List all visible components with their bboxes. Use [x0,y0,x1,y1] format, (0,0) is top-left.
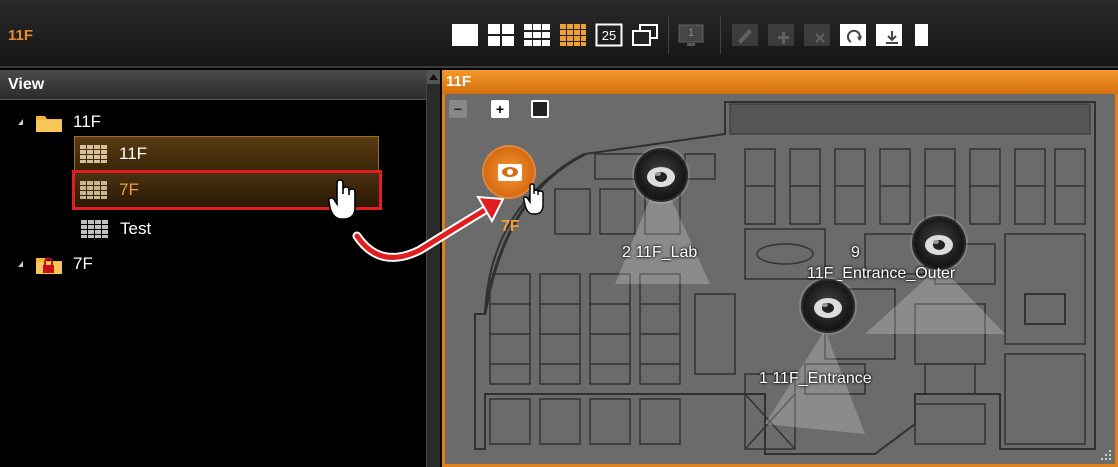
tree-view-test[interactable]: Test [76,211,151,247]
hand-cursor-icon [327,179,356,220]
hand-cursor-icon [522,183,544,215]
folder-icon [36,116,62,132]
layout-4x4-icon[interactable] [558,22,588,48]
tree-folder-11f[interactable]: 11F [18,104,101,140]
map-panel: 11F − + 7F 2 11F_Lab 9 11F_Entrance_Oute… [442,70,1118,467]
view-grid-icon [81,220,108,238]
floor-plan-drawing [474,101,1096,455]
more-icon[interactable] [906,22,936,48]
view-tree-panel: View 11F 11F 7F Test 7F [0,70,440,467]
top-toolbar: 11F 25 1 [0,0,1118,68]
tree-folder-7f[interactable]: 7F [18,246,93,282]
view-grid-icon [80,145,107,163]
resize-grip-icon[interactable] [1099,448,1113,462]
tree-item-label: 7F [73,254,93,273]
add-icon[interactable] [766,22,796,48]
layout-2x2-icon[interactable] [486,22,516,48]
tree-item-label: Test [120,219,152,238]
tree-item-label: 7F [119,180,139,199]
camera-1-icon[interactable] [801,279,855,333]
refresh-icon[interactable] [838,22,868,48]
tree-item-label: 11F [119,144,148,163]
edit-icon[interactable] [730,22,760,48]
layout-25-icon[interactable]: 25 [594,22,624,48]
tree-view-11f[interactable]: 11F [74,136,379,172]
zoom-in-button[interactable]: + [491,100,509,118]
scroll-up-icon[interactable] [427,70,440,84]
window-title: 11F [8,27,34,44]
view-link-label: 7F [501,218,520,235]
camera-1-label: 1 11F_Entrance [759,370,872,387]
layout-1x1-icon[interactable] [450,22,480,48]
tree-scrollbar[interactable] [426,70,440,467]
camera-2-icon[interactable] [634,148,688,202]
tree-header: View [0,70,440,100]
layout-custom-icon[interactable] [630,22,660,48]
fit-to-screen-button[interactable] [531,100,549,118]
expand-arrow-icon[interactable] [18,119,23,125]
camera-2-label: 2 11F_Lab [622,244,698,261]
zoom-out-button[interactable]: − [449,100,467,118]
monitor-icon[interactable]: 1 [676,22,706,48]
camera-9-icon[interactable] [912,216,966,270]
floor-map[interactable]: − + 7F 2 11F_Lab 9 11F_Entrance_Outer 1 … [442,94,1118,467]
layout-3x3-icon[interactable] [522,22,552,48]
download-icon[interactable] [874,22,904,48]
map-title: 11F [442,70,1118,94]
expand-arrow-icon[interactable] [18,261,23,267]
view-grid-icon [80,181,107,199]
locked-folder-icon [36,257,62,274]
camera-9-number: 9 [851,244,860,261]
delete-icon[interactable] [802,22,832,48]
tree-item-label: 11F [73,112,102,131]
